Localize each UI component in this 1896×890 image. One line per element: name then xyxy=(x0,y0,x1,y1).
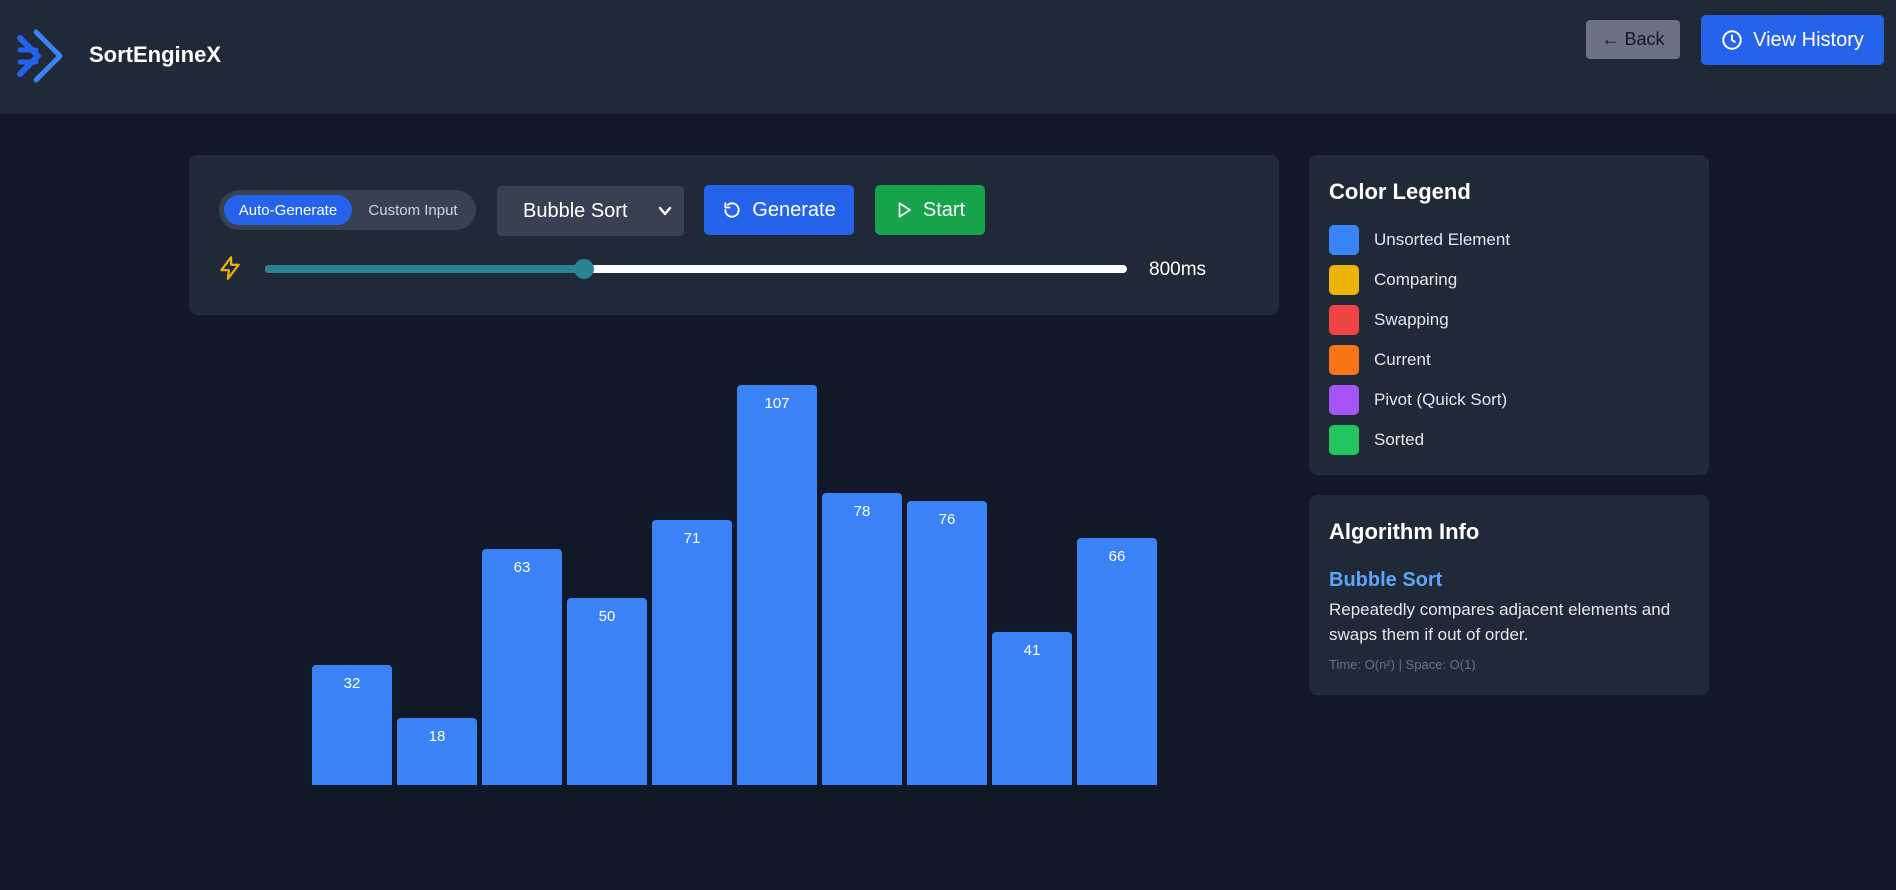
clock-icon xyxy=(1722,30,1742,50)
bar-value-label: 107 xyxy=(764,395,790,412)
start-label: Start xyxy=(922,198,966,221)
control-panel: Auto-Generate Custom Input Bubble Sort G… xyxy=(189,155,1279,315)
legend-swatch xyxy=(1329,225,1359,255)
algorithm-name: Bubble Sort xyxy=(1329,569,1443,591)
algorithm-select-value: Bubble Sort xyxy=(523,199,628,222)
mode-custom-input-button[interactable]: Custom Input xyxy=(355,195,471,225)
refresh-icon xyxy=(724,202,740,218)
legend-swatch xyxy=(1329,265,1359,295)
bar: 50 xyxy=(567,598,647,785)
bar: 71 xyxy=(652,520,732,785)
mode-auto-generate-button[interactable]: Auto-Generate xyxy=(224,195,352,225)
bar-value-label: 78 xyxy=(853,503,871,520)
legend-swatch xyxy=(1329,385,1359,415)
legend-label: Sorted xyxy=(1374,430,1425,449)
legend-label: Comparing xyxy=(1374,270,1458,289)
generate-button[interactable]: Generate xyxy=(704,185,854,235)
algorithm-select[interactable]: Bubble Sort xyxy=(497,186,684,236)
speed-slider[interactable] xyxy=(265,259,1127,279)
bar-value-label: 18 xyxy=(428,728,446,745)
bar-value-label: 63 xyxy=(513,559,531,576)
chevron-down-icon xyxy=(658,206,672,216)
bar-value-label: 41 xyxy=(1023,642,1041,659)
bar: 63 xyxy=(482,549,562,785)
bar: 76 xyxy=(907,501,987,785)
info-title: Algorithm Info xyxy=(1329,519,1480,544)
lightning-icon xyxy=(220,256,240,280)
array-bar-chart: 32 18 63 50 71 107 78 76 41 66 xyxy=(189,360,1279,790)
play-icon xyxy=(898,202,911,218)
legend-label: Swapping xyxy=(1374,310,1449,329)
bar: 32 xyxy=(312,665,392,785)
legend-swatch xyxy=(1329,425,1359,455)
bar-value-label: 50 xyxy=(598,608,616,625)
logo-icon xyxy=(17,29,63,83)
bar: 78 xyxy=(822,493,902,785)
view-history-label: View History xyxy=(1753,28,1864,51)
bar: 107 xyxy=(737,385,817,785)
legend-item: Unsorted Element xyxy=(1329,225,1510,255)
legend-label: Pivot (Quick Sort) xyxy=(1374,390,1508,409)
bar: 41 xyxy=(992,632,1072,785)
legend-item: Sorted xyxy=(1329,425,1424,455)
bar: 18 xyxy=(397,718,477,785)
brand-name: SortEngineX xyxy=(89,42,222,67)
bar-value-label: 66 xyxy=(1108,548,1126,565)
speed-value: 800ms xyxy=(1149,259,1207,280)
start-button[interactable]: Start xyxy=(875,185,985,235)
legend-swatch xyxy=(1329,345,1359,375)
legend-item: Swapping xyxy=(1329,305,1449,335)
legend-item: Current xyxy=(1329,345,1431,375)
speed-slider-fill xyxy=(265,265,584,273)
back-button[interactable]: ← Back xyxy=(1586,20,1680,59)
view-history-button[interactable]: View History xyxy=(1701,15,1884,65)
bar-value-label: 32 xyxy=(343,675,361,692)
algorithm-info-card: Algorithm Info Bubble Sort Repeatedly co… xyxy=(1309,495,1709,695)
algorithm-complexity: Time: O(n²) | Space: O(1) xyxy=(1329,657,1476,672)
legend-swatch xyxy=(1329,305,1359,335)
legend-item: Comparing xyxy=(1329,265,1457,295)
bar-value-label: 71 xyxy=(683,530,701,547)
algorithm-description: Repeatedly compares adjacent elements an… xyxy=(1329,600,1671,644)
legend-label: Current xyxy=(1374,350,1431,369)
bar-value-label: 76 xyxy=(938,511,956,528)
legend-label: Unsorted Element xyxy=(1374,230,1511,249)
generate-label: Generate xyxy=(752,198,836,221)
legend-title: Color Legend xyxy=(1329,179,1471,204)
legend-item: Pivot (Quick Sort) xyxy=(1329,385,1507,415)
app-header: SortEngineX ← Back View History xyxy=(0,0,1896,114)
color-legend-card: Color Legend Unsorted Element Comparing Sw… xyxy=(1309,155,1709,475)
bar: 66 xyxy=(1077,538,1157,785)
input-mode-toggle: Auto-Generate Custom Input xyxy=(219,190,476,230)
speed-slider-thumb[interactable] xyxy=(573,259,594,279)
